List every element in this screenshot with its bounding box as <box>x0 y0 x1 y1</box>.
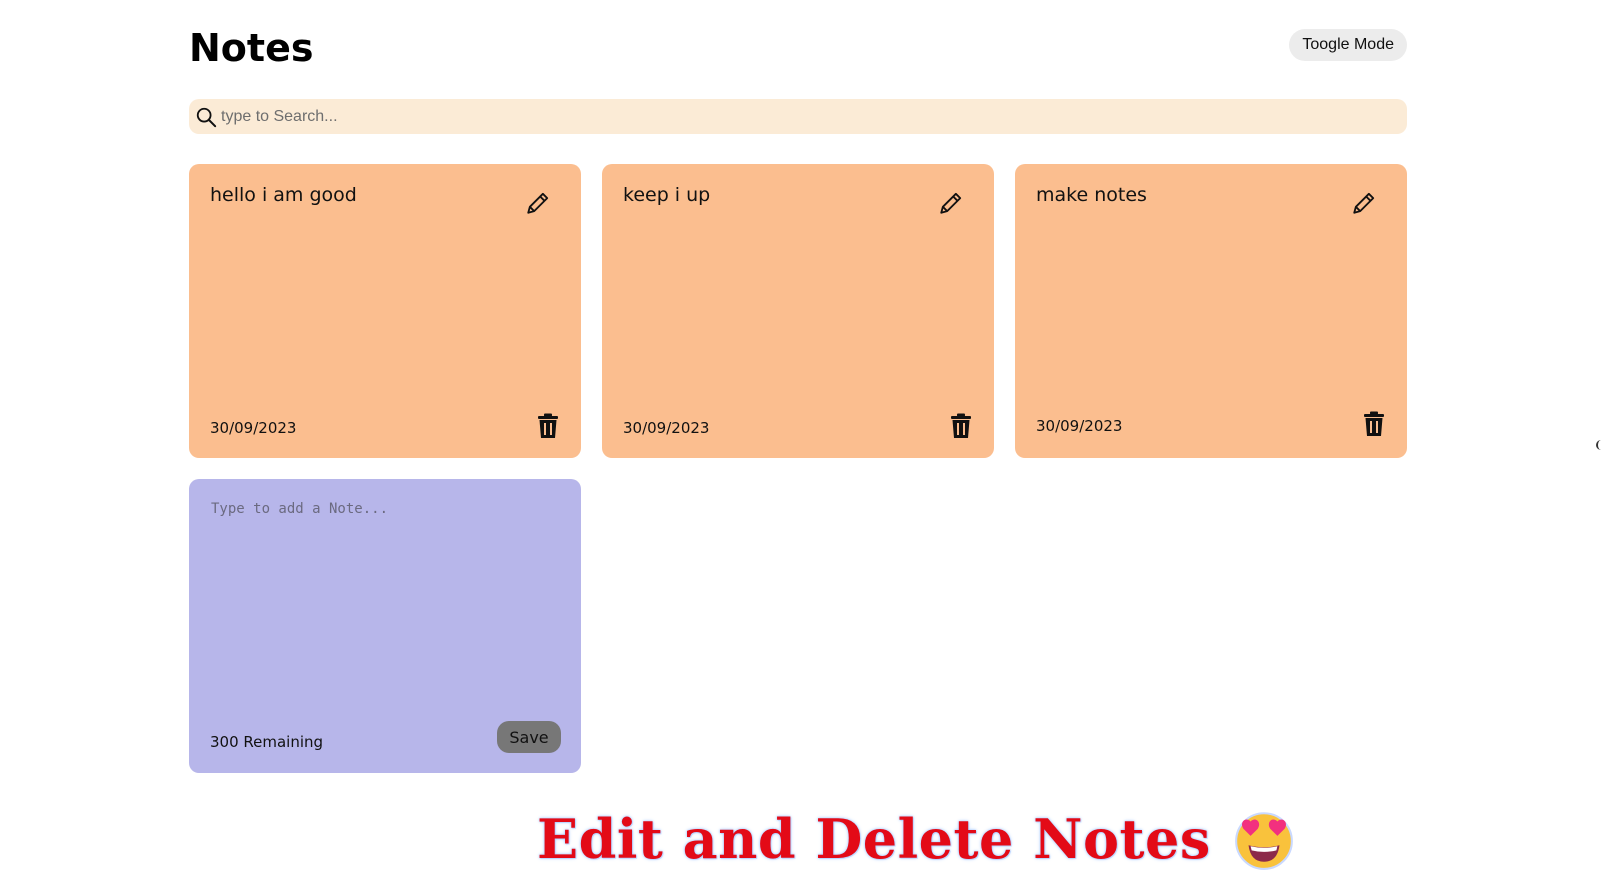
trash-icon[interactable] <box>949 413 973 439</box>
toggle-mode-button[interactable]: Toogle Mode <box>1289 29 1407 61</box>
new-note-textarea[interactable] <box>209 499 563 703</box>
page-title: Notes <box>189 26 314 70</box>
trash-icon[interactable] <box>536 413 560 439</box>
scroll-edge-marker <box>1596 440 1602 450</box>
note-card: hello i am good 30/09/2023 <box>189 164 581 458</box>
note-card: keep i up 30/09/2023 <box>602 164 994 458</box>
note-date: 30/09/2023 <box>1036 417 1123 435</box>
caption-text: Edit and Delete Notes <box>537 807 1211 871</box>
pencil-icon[interactable] <box>525 190 551 216</box>
notes-list: hello i am good 30/09/2023 keep i up 30/… <box>189 164 1407 773</box>
characters-remaining: 300 Remaining <box>210 733 324 751</box>
header: Notes Toogle Mode <box>189 22 1407 72</box>
search-bar[interactable] <box>189 99 1407 134</box>
search-icon <box>196 107 217 127</box>
trash-icon[interactable] <box>1362 411 1386 437</box>
new-note-card: 300 Remaining Save <box>189 479 581 773</box>
notes-app: Notes Toogle Mode hello i am good 30/09/… <box>0 0 1602 894</box>
note-text: keep i up <box>623 184 711 206</box>
note-date: 30/09/2023 <box>210 419 297 437</box>
pencil-icon[interactable] <box>938 190 964 216</box>
star-struck-heart-eyes-emoji-icon <box>1234 812 1293 870</box>
caption-banner: Edit and Delete Notes <box>537 806 1297 872</box>
note-text: hello i am good <box>210 184 357 206</box>
note-text: make notes <box>1036 184 1147 206</box>
note-card: make notes 30/09/2023 <box>1015 164 1407 458</box>
note-date: 30/09/2023 <box>623 419 710 437</box>
pencil-icon[interactable] <box>1351 190 1377 216</box>
save-button[interactable]: Save <box>497 721 561 753</box>
search-input[interactable] <box>217 101 1407 132</box>
